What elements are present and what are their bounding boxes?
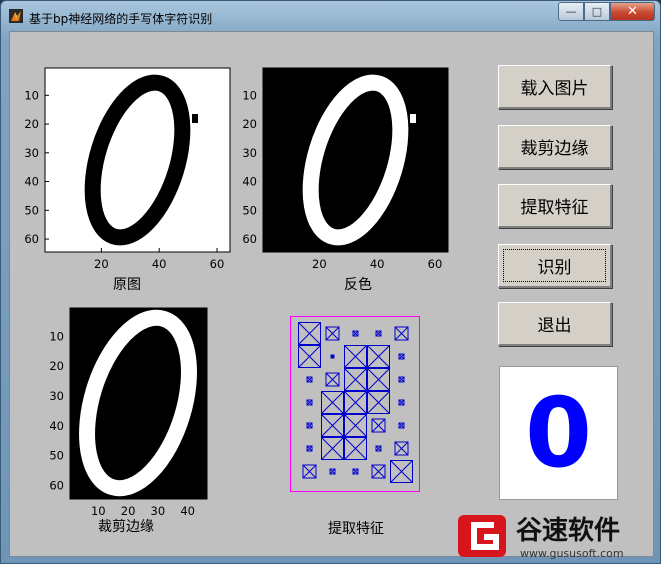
- watermark-brand: 谷速软件: [516, 516, 620, 546]
- feature-cell: [306, 445, 313, 452]
- crop-edge-button[interactable]: 裁剪边缘: [498, 125, 612, 169]
- cropped-ytick-label: 20: [49, 359, 64, 373]
- feature-cell: [306, 422, 313, 429]
- feature-cell: [375, 445, 382, 452]
- feature-cell: [329, 468, 336, 475]
- feature-cell: [344, 345, 367, 368]
- original-xtick-label: 60: [210, 257, 225, 271]
- feature-grid-axes: [290, 316, 422, 494]
- feature-cell: [398, 353, 405, 360]
- feature-cell: [398, 422, 405, 429]
- title-bar[interactable]: 基于bp神经网络的手写体字符识别 — □ ✕: [1, 1, 660, 31]
- feature-cell: [302, 464, 317, 479]
- cropped-image-plot: 10203040506010 20 30 40: [49, 307, 208, 518]
- feature-cell: [306, 376, 313, 383]
- original-ytick-label: 30: [24, 146, 39, 160]
- feature-cell: [330, 354, 335, 359]
- feature-cell: [344, 437, 367, 460]
- original-ytick-label: 50: [24, 203, 39, 217]
- window-title: 基于bp神经网络的手写体字符识别: [29, 12, 213, 26]
- original-ytick-label: 20: [24, 117, 39, 131]
- feature-cell: [352, 468, 359, 475]
- cropped-ytick-label: 60: [49, 479, 64, 493]
- exit-button[interactable]: 退出: [498, 302, 612, 346]
- original-image-axes: 10 20 30 40 50 60 20 40 60: [12, 62, 242, 272]
- inverted-ytick-label: 60: [242, 232, 257, 246]
- close-icon: ✕: [627, 4, 638, 19]
- original-ytick-label: 40: [24, 175, 39, 189]
- features-caption: 提取特征: [328, 521, 384, 537]
- cropped-caption: 裁剪边缘: [98, 519, 154, 535]
- feature-cell: [367, 368, 390, 391]
- feature-cell: [371, 464, 386, 479]
- feature-cell: [321, 437, 344, 460]
- inverted-ytick-label: 50: [242, 203, 257, 217]
- inverted-ytick-label: 40: [242, 175, 257, 189]
- feature-cell: [375, 330, 382, 337]
- feature-cell: [390, 460, 413, 483]
- feature-cell: [344, 414, 367, 437]
- inverted-caption: 反色: [344, 277, 372, 293]
- feature-cell: [344, 391, 367, 414]
- load-image-button[interactable]: 载入图片: [498, 65, 612, 109]
- watermark: 谷速软件 www.gususoft.com: [456, 479, 661, 560]
- inverted-xtick-label: 60: [428, 257, 443, 271]
- inverted-xtick-label: 20: [312, 257, 327, 271]
- original-ytick-label: 10: [24, 88, 39, 102]
- cropped-xtick-label: 40: [180, 504, 195, 518]
- cropped-ytick-label: 50: [49, 449, 64, 463]
- extract-features-button[interactable]: 提取特征: [498, 184, 612, 228]
- close-button[interactable]: ✕: [610, 2, 655, 21]
- cropped-ytick-label: 40: [49, 419, 64, 433]
- app-window: 基于bp神经网络的手写体字符识别 — □ ✕ 10 20 30 40 50 60 20 40 6…: [0, 0, 661, 564]
- matlab-icon: [9, 9, 23, 23]
- inverted-xtick-label: 40: [370, 257, 385, 271]
- original-ytick-label: 60: [24, 232, 39, 246]
- feature-cell: [344, 368, 367, 391]
- feature-cell: [352, 330, 359, 337]
- inverted-ytick-label: 10: [242, 88, 257, 102]
- recognize-button[interactable]: 识别: [498, 244, 612, 288]
- original-image-plot: 10 20 30 40 50 60 20 40 60: [24, 67, 231, 271]
- original-xtick-label: 20: [94, 257, 109, 271]
- cropped-image-axes: 10 20 30 40 50 60 10 20 30 40: [34, 302, 224, 524]
- feature-cell: [367, 391, 390, 414]
- feature-cell: [367, 345, 390, 368]
- feature-cell: [394, 326, 409, 341]
- feature-cell: [321, 391, 344, 414]
- minimize-icon: —: [565, 5, 577, 18]
- feature-cell: [394, 441, 409, 456]
- watermark-logo: 谷速软件 www.gususoft.com: [458, 515, 624, 560]
- feature-cell: [371, 418, 386, 433]
- cropped-ytick-label: 10: [49, 329, 64, 343]
- feature-cell: [321, 414, 344, 437]
- original-xtick-label: 40: [152, 257, 167, 271]
- minimize-button[interactable]: —: [558, 2, 584, 21]
- feature-cell: [325, 372, 340, 387]
- feature-cell: [298, 345, 321, 368]
- inverted-image-plot: 10 20 30 40 50 60 20 40 60: [242, 67, 449, 271]
- feature-cell: [306, 399, 313, 406]
- feature-cell: [298, 322, 321, 345]
- feature-cell: [398, 376, 405, 383]
- inverted-ytick-label: 20: [242, 117, 257, 131]
- feature-cell: [398, 399, 405, 406]
- maximize-button[interactable]: □: [584, 2, 610, 21]
- maximize-icon: □: [591, 5, 603, 18]
- recognized-digit: 0: [525, 377, 592, 489]
- cropped-ytick-label: 30: [49, 389, 64, 403]
- original-caption: 原图: [113, 277, 141, 293]
- feature-cell: [325, 326, 340, 341]
- watermark-url: www.gususoft.com: [520, 547, 624, 559]
- inverted-image-axes: 10 20 30 40 50 60 20 40 60: [230, 62, 460, 272]
- inverted-ytick-label: 30: [242, 146, 257, 160]
- feature-grid-plot: [290, 316, 420, 492]
